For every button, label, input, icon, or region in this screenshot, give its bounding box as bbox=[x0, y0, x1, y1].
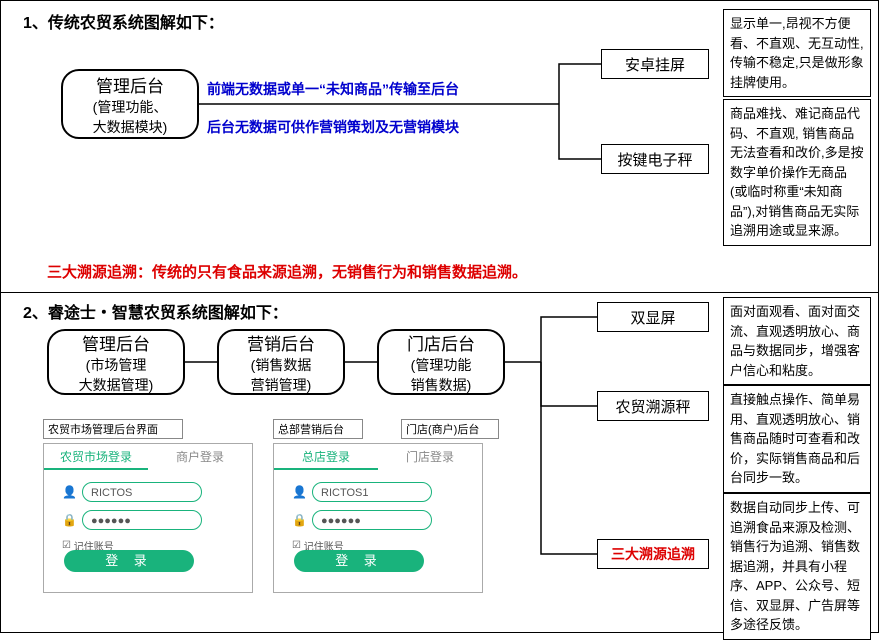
box-marketing: 营销后台 (销售数据 营销管理) bbox=[217, 329, 345, 395]
mgmt-sub2: 大数据模块) bbox=[93, 117, 168, 137]
box-android-screen: 安卓挂屏 bbox=[601, 49, 709, 79]
text-three-trace-red: 三大溯源追溯：传统的只有食品来源追溯，无销售行为和销售数据追溯。 bbox=[47, 261, 527, 282]
section-smart: 2、睿途士・智慧农贸系统图解如下： 管理后台 (市场管理 大数据管理) 营销后台… bbox=[1, 293, 878, 632]
section-traditional: 1、传统农贸系统图解如下： 管理后台 (管理功能、 大数据模块) 前端无数据或单… bbox=[1, 1, 878, 293]
login2-pass[interactable]: ●●●●●● bbox=[312, 510, 432, 530]
box-market-mgmt: 管理后台 (市场管理 大数据管理) bbox=[47, 329, 185, 395]
tab-hq-login[interactable]: 总店登录 bbox=[274, 444, 378, 470]
login1-button[interactable]: 登 录 bbox=[64, 550, 194, 572]
user-icon: 👤 bbox=[62, 485, 76, 499]
label-store-ui: 门店(商户)后台 bbox=[401, 419, 499, 439]
box-button-scale: 按键电子秤 bbox=[601, 144, 709, 174]
lock-icon: 🔒 bbox=[292, 513, 306, 527]
tab-market-login[interactable]: 农贸市场登录 bbox=[44, 444, 148, 470]
label-hq-ui: 总部营销后台 bbox=[273, 419, 363, 439]
mgmt-sub1: (管理功能、 bbox=[93, 97, 168, 117]
text-three-trace-desc: 数据自动同步上传、可追溯食品来源及检测、销售行为追溯、销售数据追溯，并具有小程序… bbox=[723, 493, 871, 640]
login-market: 农贸市场登录 商户登录 👤RICTOS 🔒●●●●●● ☑ 记住账号 登 录 bbox=[43, 443, 253, 593]
box-mgmt-backend: 管理后台 (管理功能、 大数据模块) bbox=[61, 69, 199, 139]
label-market-ui: 农贸市场管理后台界面 bbox=[43, 419, 183, 439]
text-android-desc: 显示单一,昂视不方便看、不直观、无互动性,传输不稳定,只是做形象挂牌使用。 bbox=[723, 9, 871, 97]
section2-title: 2、睿途士・智慧农贸系统图解如下： bbox=[23, 299, 288, 323]
text-dual-desc: 面对面观看、面对面交流、直观透明放心、商品与数据同步，增强客户信心和粘度。 bbox=[723, 297, 871, 385]
box-three-trace: 三大溯源追溯 bbox=[597, 539, 709, 569]
lock-icon: 🔒 bbox=[62, 513, 76, 527]
checkbox-icon[interactable]: ☑ bbox=[62, 540, 71, 551]
login-store: 总店登录 门店登录 👤RICTOS1 🔒●●●●●● ☑ 记住账号 登 录 bbox=[273, 443, 483, 593]
login1-user[interactable]: RICTOS bbox=[82, 482, 202, 502]
checkbox-icon[interactable]: ☑ bbox=[292, 540, 301, 551]
box-dual-display: 双显屏 bbox=[597, 302, 709, 332]
diagram-root: 1、传统农贸系统图解如下： 管理后台 (管理功能、 大数据模块) 前端无数据或单… bbox=[0, 0, 879, 633]
section1-title: 1、传统农贸系统图解如下： bbox=[23, 9, 224, 33]
note-backend: 后台无数据可供作营销策划及无营销模块 bbox=[207, 117, 459, 137]
user-icon: 👤 bbox=[292, 485, 306, 499]
login2-user[interactable]: RICTOS1 bbox=[312, 482, 432, 502]
box-store: 门店后台 (管理功能 销售数据) bbox=[377, 329, 505, 395]
box-trace-scale: 农贸溯源秤 bbox=[597, 391, 709, 421]
note-frontend: 前端无数据或单一“未知商品”传输至后台 bbox=[207, 79, 459, 99]
tab-merchant-login[interactable]: 商户登录 bbox=[148, 444, 252, 470]
text-scale-desc: 商品难找、难记商品代码、不直观, 销售商品无法查看和改价,多是按数字单价操作无商… bbox=[723, 99, 871, 246]
login2-button[interactable]: 登 录 bbox=[294, 550, 424, 572]
text-trace-scale-desc: 直接触点操作、简单易用、直观透明放心、销售商品随时可查看和改价，实际销售商品和后… bbox=[723, 385, 871, 493]
tab-store-login[interactable]: 门店登录 bbox=[378, 444, 482, 470]
mgmt-title: 管理后台 bbox=[96, 72, 164, 97]
login1-pass[interactable]: ●●●●●● bbox=[82, 510, 202, 530]
